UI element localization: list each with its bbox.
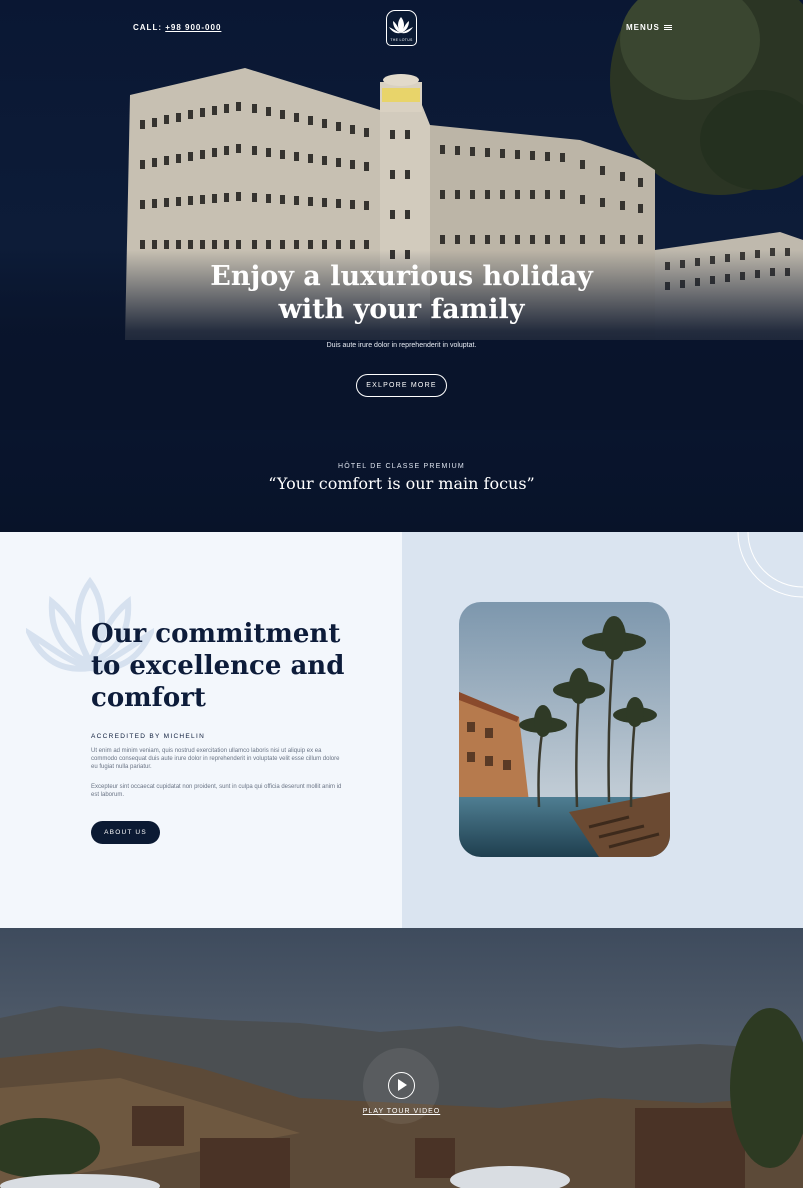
- commitment-paragraph-2: Excepteur sint occaecat cupidatat non pr…: [91, 784, 342, 798]
- hero-title-line1: Enjoy a luxurious holiday: [210, 261, 593, 292]
- commitment-title-line2: to excellence and: [91, 651, 345, 681]
- resort-pool-image: [459, 602, 670, 857]
- hero-subtitle: Duis aute irure dolor in reprehenderit i…: [326, 342, 477, 349]
- commitment-text-panel: Our commitment to excellence and comfort…: [0, 532, 402, 928]
- phone-link[interactable]: +98 900-000: [165, 23, 221, 32]
- play-tour-video-link[interactable]: PLAY TOUR VIDEO: [0, 1108, 803, 1115]
- logo-text: THE LOTUS: [390, 38, 413, 42]
- about-us-button[interactable]: ABOUT US: [91, 821, 160, 844]
- play-video-button[interactable]: [388, 1072, 415, 1099]
- hotel-logo[interactable]: THE LOTUS: [386, 10, 417, 46]
- premium-quote: “Your comfort is our main focus”: [268, 474, 535, 493]
- premium-label: HÔTEL DE CLASSE PREMIUM: [338, 463, 465, 470]
- explore-more-button[interactable]: EXLPORE MORE: [356, 374, 447, 397]
- commitment-title: Our commitment to excellence and comfort: [91, 618, 371, 714]
- resort-pool-photo: [459, 602, 670, 857]
- commitment-title-line3: comfort: [91, 683, 206, 713]
- commitment-paragraph-1: Ut enim ad minim veniam, quis nostrud ex…: [91, 748, 340, 770]
- top-navigation: CALL: +98 900-000 THE LOTUS MENUS: [0, 10, 803, 46]
- menus-button[interactable]: MENUS: [626, 23, 672, 32]
- decorative-arcs: [737, 532, 803, 598]
- menus-label: MENUS: [626, 23, 660, 32]
- commitment-image-panel: [402, 532, 803, 928]
- accredited-label: ACCREDITED BY MICHELIN: [91, 733, 206, 740]
- lotus-icon: [389, 17, 413, 34]
- hero-title: Enjoy a luxurious holiday with your fami…: [0, 260, 803, 326]
- commitment-title-line1: Our commitment: [91, 619, 341, 649]
- hero-title-line2: with your family: [278, 294, 525, 325]
- call-label: CALL:: [133, 23, 162, 32]
- call-info: CALL: +98 900-000: [133, 23, 221, 32]
- commitment-section: Our commitment to excellence and comfort…: [0, 532, 803, 928]
- hamburger-icon: [663, 25, 672, 31]
